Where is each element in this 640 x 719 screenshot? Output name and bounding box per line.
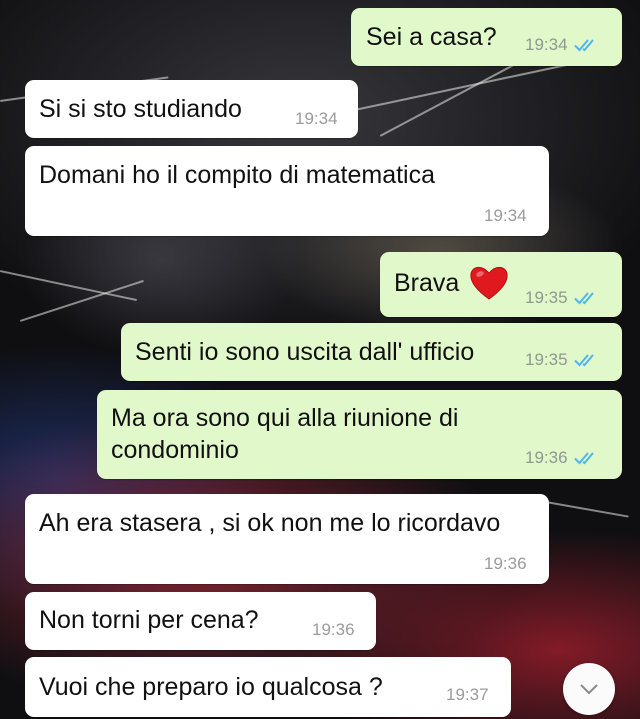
message-meta: 19:35 [525, 349, 600, 371]
message-outgoing[interactable]: Ma ora sono qui alla riunione di condomi… [97, 390, 622, 479]
message-text: Senti io sono uscita dall' ufficio [135, 338, 475, 366]
message-meta: 19:35 [525, 287, 600, 309]
message-outgoing[interactable]: Senti io sono uscita dall' ufficio 19:35 [121, 323, 622, 381]
message-meta: 19:34 [484, 205, 527, 227]
message-incoming[interactable]: Ah era stasera , si ok non me lo ricorda… [25, 494, 549, 584]
message-time: 19:34 [525, 35, 568, 54]
message-text: Sei a casa? [366, 23, 497, 51]
double-check-icon [573, 452, 594, 465]
message-text: Vuoi che preparo io qualcosa ? [39, 673, 383, 701]
message-time: 19:35 [525, 288, 568, 307]
scroll-to-bottom-button[interactable] [563, 663, 615, 715]
message-time: 19:35 [525, 350, 568, 369]
message-incoming[interactable]: Non torni per cena? 19:36 [25, 592, 376, 650]
message-text: Ah era stasera , si ok non me lo ricorda… [39, 509, 501, 537]
double-check-icon [573, 39, 594, 52]
message-incoming[interactable]: Domani ho il compito di matematica 19:34 [25, 146, 549, 236]
message-incoming[interactable]: Si si sto studiando 19:34 [25, 80, 358, 138]
message-time: 19:37 [446, 685, 489, 704]
message-text: Brava [394, 269, 460, 297]
message-text: Non torni per cena? [39, 606, 259, 634]
heart-emoji [470, 267, 508, 300]
double-check-icon [573, 292, 594, 305]
message-time: 19:36 [312, 620, 355, 639]
message-time: 19:36 [525, 448, 568, 467]
message-text: Domani ho il compito di matematica [39, 161, 435, 189]
wallpaper-whisker [539, 500, 629, 518]
message-meta: 19:34 [295, 108, 338, 130]
wallpaper-whisker [0, 270, 138, 301]
message-meta: 19:37 [446, 684, 489, 706]
message-meta: 19:36 [312, 619, 355, 641]
message-text: Si si sto studiando [39, 95, 242, 123]
message-meta: 19:34 [525, 34, 600, 56]
message-meta: 19:36 [525, 447, 600, 469]
double-check-icon [573, 354, 594, 367]
message-incoming[interactable]: Vuoi che preparo io qualcosa ? 19:37 [25, 657, 511, 717]
message-time: 19:34 [484, 206, 527, 225]
message-outgoing[interactable]: Brava 19:35 [380, 252, 622, 317]
message-text-line-1: Ma ora sono qui alla riunione di [111, 404, 459, 432]
message-time: 19:34 [295, 109, 338, 128]
chevron-down-icon [580, 684, 598, 695]
wallpaper-whisker [19, 279, 144, 322]
message-text-line-2: condominio [111, 436, 239, 464]
message-time: 19:36 [484, 554, 527, 573]
message-outgoing[interactable]: Sei a casa? 19:34 [351, 8, 622, 66]
message-meta: 19:36 [484, 553, 527, 575]
